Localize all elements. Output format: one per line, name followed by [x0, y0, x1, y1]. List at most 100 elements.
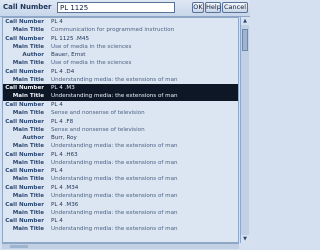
record-field-value: PL 4: [51, 19, 63, 25]
record-field-label: Call Number: [5, 184, 44, 191]
record-field-value: Communication for programmed instruction: [51, 27, 175, 33]
record-field-label: Main Title: [12, 27, 44, 33]
record-field-label: Call Number: [5, 201, 44, 208]
list-item[interactable]: Call Number PL 4 .M36 Main Title Understand…: [3, 201, 238, 218]
list-item[interactable]: Call Number PL 4 .D4 Main Title Understandi…: [3, 68, 238, 85]
list-item[interactable]: Call Number PL 4 .F8 Main Title Sense and n…: [3, 118, 238, 135]
record-line: Main Title Understanding media: the exten…: [3, 225, 238, 233]
list-item[interactable]: Call Number PL 4 Main Title Communication f…: [3, 18, 238, 35]
record-field-value: Understanding media: the extensions of m…: [51, 76, 178, 83]
help-button[interactable]: Help: [205, 2, 221, 13]
record-line: Call Number PL 4 .D4: [3, 68, 238, 76]
record-line: Main Title Sense and nonsense of televisi…: [3, 109, 238, 117]
record-field-label: Main Title: [12, 226, 44, 233]
record-field-value: Sense and nonsense of television: [51, 109, 145, 116]
record-line: Call Number PL 4: [3, 167, 238, 175]
list-item[interactable]: Author Burr, Roy Main Title Understanding m…: [3, 134, 238, 151]
vertical-scrollbar[interactable]: ▲ ▼: [240, 17, 249, 243]
record-field-label: Call Number: [5, 35, 44, 42]
record-line: Call Number PL 4 .F8: [3, 118, 238, 126]
record-field-value: Bauer, Ernst: [51, 52, 86, 59]
list-item[interactable]: Call Number PL 4 .M34 Main Title Understand…: [3, 184, 238, 201]
cancel-button[interactable]: Cancel: [222, 2, 248, 13]
record-field-label: Main Title: [12, 143, 44, 150]
horizontal-scrollbar[interactable]: [2, 243, 239, 249]
record-field-value: PL 4 .M34: [51, 184, 79, 191]
record-line: Main Title Understanding media: the exten…: [3, 142, 238, 150]
record-field-label: Main Title: [12, 93, 44, 100]
record-line: Call Number PL 4: [3, 18, 238, 26]
record-line: Call Number PL 4 .M36: [3, 201, 238, 209]
list-item[interactable]: Call Number PL 4 .H63 Main Title Understand…: [3, 151, 238, 168]
scroll-down-arrow-icon[interactable]: ▼: [241, 235, 249, 243]
list-item[interactable]: Author Bauer, Ernst Main Title Use of media…: [3, 51, 238, 68]
record-field-label: Author: [22, 135, 44, 142]
record-field-label: Call Number: [5, 19, 44, 25]
record-line: Main Title Understanding media: the exten…: [3, 92, 238, 100]
record-field-value: Burr, Roy: [51, 135, 77, 142]
record-field-value: PL 4 .M36: [51, 201, 79, 208]
record-field-value: Use of media in the sciences: [51, 43, 132, 50]
record-field-value: PL 4 .F8: [51, 118, 74, 125]
record-field-value: Understanding media: the extensions of m…: [51, 209, 178, 216]
search-toolbar: Call Number OK Help Cancel: [0, 0, 250, 17]
list-item[interactable]: Call Number PL 4 Main Title Understanding m…: [3, 217, 238, 234]
results-list[interactable]: Call Number PL 4 Main Title Communication f…: [2, 17, 239, 243]
record-field-value: PL 4: [51, 218, 63, 225]
record-field-value: PL 4 .M3: [51, 85, 75, 92]
record-field-value: Understanding media: the extensions of m…: [51, 143, 178, 150]
record-line: Main Title Use of media in the sciences: [3, 59, 238, 67]
record-line: Call Number PL 4 .H63: [3, 151, 238, 159]
record-field-label: Call Number: [5, 118, 44, 125]
record-line: Main Title Understanding media: the exten…: [3, 209, 238, 217]
list-item[interactable]: Call Number PL 4 Main Title Understanding m…: [3, 167, 238, 184]
record-field-label: Main Title: [12, 60, 44, 67]
record-field-label: Call Number: [5, 151, 44, 158]
record-field-label: Main Title: [12, 192, 44, 199]
horizontal-scroll-thumb[interactable]: [10, 245, 28, 248]
record-field-label: Main Title: [12, 76, 44, 83]
record-line: Author Burr, Roy: [3, 134, 238, 142]
record-field-value: Understanding media: the extensions of m…: [51, 93, 178, 100]
record-field-value: Sense and nonsense of television: [51, 126, 145, 133]
record-field-label: Main Title: [12, 126, 44, 133]
record-line: Main Title Communication for programmed i…: [3, 26, 238, 34]
record-line: Author Bauer, Ernst: [3, 51, 238, 59]
record-line: Main Title Sense and nonsense of televisi…: [3, 126, 238, 134]
scroll-up-arrow-icon[interactable]: ▲: [241, 17, 249, 25]
ok-button[interactable]: OK: [192, 2, 204, 13]
record-field-label: Main Title: [12, 176, 44, 183]
scroll-thumb[interactable]: [242, 29, 248, 51]
record-field-value: Use of media in the sciences: [51, 60, 132, 67]
record-field-label: Main Title: [12, 109, 44, 116]
list-item[interactable]: Call Number PL 1125 .M45 Main Title Use of …: [3, 35, 238, 52]
record-field-label: Call Number: [5, 68, 44, 75]
record-field-label: Author: [22, 52, 44, 59]
record-field-label: Main Title: [12, 209, 44, 216]
list-item[interactable]: Call Number PL 4 .M3 Main Title Understandi…: [3, 84, 238, 101]
record-line: Call Number PL 1125 .M45: [3, 35, 238, 43]
record-field-value: Understanding media: the extensions of m…: [51, 192, 178, 199]
record-line: Main Title Understanding media: the exten…: [3, 175, 238, 183]
record-field-label: Call Number: [5, 101, 44, 108]
record-field-value: Understanding media: the extensions of m…: [51, 226, 178, 233]
record-line: Main Title Understanding media: the exten…: [3, 76, 238, 84]
record-field-value: PL 4: [51, 101, 63, 108]
record-field-value: Understanding media: the extensions of m…: [51, 159, 178, 166]
record-line: Main Title Use of media in the sciences: [3, 43, 238, 51]
call-number-input[interactable]: [57, 2, 175, 13]
record-field-label: Call Number: [5, 168, 44, 175]
record-line: Main Title Understanding media: the exten…: [3, 192, 238, 200]
record-field-label: Main Title: [12, 159, 44, 166]
record-line: Main Title Understanding media: the exten…: [3, 159, 238, 167]
record-field-label: Main Title: [12, 43, 44, 50]
call-number-label: Call Number: [3, 3, 52, 11]
record-field-value: PL 4 .H63: [51, 151, 78, 158]
record-field-label: Call Number: [5, 85, 44, 92]
record-line: Call Number PL 4 .M3: [3, 84, 238, 92]
record-field-value: PL 4: [51, 168, 63, 175]
record-line: Call Number PL 4: [3, 101, 238, 109]
record-line: Call Number PL 4: [3, 217, 238, 225]
record-field-value: Understanding media: the extensions of m…: [51, 176, 178, 183]
list-item[interactable]: Call Number PL 4 Main Title Sense and nonse…: [3, 101, 238, 118]
